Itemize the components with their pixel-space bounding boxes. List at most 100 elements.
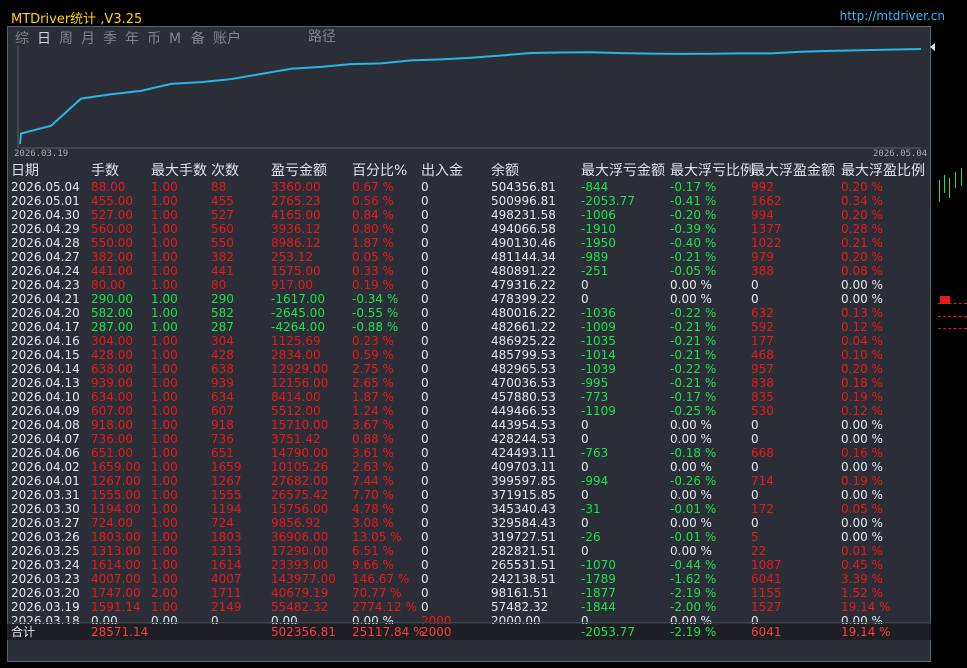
level-line — [938, 328, 967, 329]
table-row[interactable]: 2026.03.31 1555.00 1.00 1555 26575.42 7.70 % 0… — [11, 488, 927, 502]
table-cell: 0.00 % — [841, 418, 883, 432]
table-row[interactable]: 2026.04.21 290.00 1.00 290 -1617.00 -0.34 % 0 4… — [11, 292, 927, 306]
table-row[interactable]: 2026.04.10 634.00 1.00 634 8414.00 1.87 % 0 457… — [11, 390, 927, 404]
table-cell: 0.18 % — [841, 376, 883, 390]
table-cell: 1194 — [211, 502, 242, 516]
table-row[interactable]: 2026.04.28 550.00 1.00 550 8986.12 1.87 % 0 490… — [11, 236, 927, 250]
table-row[interactable]: 2026.03.19 1591.14 1.00 2149 55482.32 2774.12… — [11, 600, 927, 614]
table-row[interactable]: 2026.04.16 304.00 1.00 304 1125.69 0.23 % 0 486… — [11, 334, 927, 348]
table-cell: 1659 — [211, 460, 242, 474]
table-cell: 0 — [421, 502, 429, 516]
table-cell: 424493.11 — [491, 446, 556, 460]
column-header[interactable]: 出入金 — [421, 162, 463, 180]
table-cell: 441.00 — [91, 264, 133, 278]
table-row[interactable]: 2026.04.20 582.00 1.00 582 -2645.00 -0.55 % 0 4… — [11, 306, 927, 320]
column-header[interactable]: 手数 — [91, 162, 119, 180]
table-cell: 177 — [751, 334, 774, 348]
table-cell: 736.00 — [91, 432, 133, 446]
table-row[interactable]: 2026.03.25 1313.00 1.00 1313 17290.00 6.51 % 0… — [11, 544, 927, 558]
table-cell: -31 — [581, 502, 601, 516]
table-cell: 2026.04.29 — [11, 222, 80, 236]
table-cell: 0 — [421, 544, 429, 558]
table-cell: 388 — [751, 264, 774, 278]
table-cell: 2026.04.07 — [11, 432, 80, 446]
table-cell: 2026.04.20 — [11, 306, 80, 320]
table-cell: 0 — [421, 488, 429, 502]
table-cell: 2026.04.24 — [11, 264, 80, 278]
table-cell: -0.22 % — [670, 306, 717, 320]
table-row[interactable]: 2026.04.08 918.00 1.00 918 15710.00 3.67 % 0 44… — [11, 418, 927, 432]
website-link[interactable]: http://mtdriver.cn — [840, 9, 945, 23]
table-cell: 0 — [581, 432, 589, 446]
table-row[interactable]: 2026.04.27 382.00 1.00 382 253.12 0.05 % 0 4811… — [11, 250, 927, 264]
table-row[interactable]: 2026.03.24 1614.00 1.00 1614 23393.00 9.66 % 0… — [11, 558, 927, 572]
table-cell: 560.00 — [91, 222, 133, 236]
table-cell: 0.80 % — [352, 222, 394, 236]
table-cell: 2026.03.19 — [11, 600, 80, 614]
table-cell: 1.00 — [151, 320, 178, 334]
table-row[interactable]: 2026.03.26 1803.00 1.00 1803 36906.00 13.05 %… — [11, 530, 927, 544]
table-cell: -0.25 % — [670, 404, 717, 418]
table-row[interactable]: 2026.04.30 527.00 1.00 527 4165.00 0.84 % 0 498… — [11, 208, 927, 222]
table-row[interactable]: 2026.03.27 724.00 1.00 724 9856.92 3.08 % 0 329… — [11, 516, 927, 530]
table-cell: 2149 — [211, 600, 242, 614]
table-row[interactable]: 2026.03.30 1194.00 1.00 1194 15756.00 4.78 % 0… — [11, 502, 927, 516]
table-cell: -2645.00 — [271, 306, 325, 320]
column-header[interactable]: 次数 — [211, 162, 239, 180]
table-cell: -1789 — [581, 572, 616, 586]
table-cell: 0.10 % — [841, 348, 883, 362]
table-row[interactable]: 2026.04.01 1267.00 1.00 1267 27682.00 7.44 % 0… — [11, 474, 927, 488]
column-header[interactable]: 最大手数 — [151, 162, 207, 180]
table-cell: 0 — [421, 418, 429, 432]
table-cell: 382.00 — [91, 250, 133, 264]
table-cell: 1555 — [211, 488, 242, 502]
table-cell: 498231.58 — [491, 208, 556, 222]
chart-handle-icon[interactable] — [930, 43, 935, 51]
column-header[interactable]: 百分比% — [352, 162, 407, 180]
column-header[interactable]: 最大浮亏金额 — [581, 162, 665, 180]
stats-table: 日期 手数 最大手数 次数 盈亏金额 百分比% 出入金 余额 最大浮亏金额 最大浮亏比例 最大浮盈金… — [11, 162, 927, 628]
table-cell: 481144.34 — [491, 250, 556, 264]
table-row[interactable]: 2026.04.23 80.00 1.00 80 917.00 0.19 % 0 479316… — [11, 278, 927, 292]
column-header[interactable]: 最大浮盈比例 — [841, 162, 925, 180]
column-header[interactable]: 余额 — [491, 162, 519, 180]
column-header[interactable]: 最大浮盈金额 — [751, 162, 835, 180]
table-row[interactable]: 2026.04.14 638.00 1.00 638 12929.00 2.75 % 0 48… — [11, 362, 927, 376]
table-cell: 668 — [751, 446, 774, 460]
table-cell: -0.21 % — [670, 334, 717, 348]
column-header[interactable]: 最大浮亏比例 — [670, 162, 754, 180]
table-row[interactable]: 2026.04.06 651.00 1.00 651 14790.00 3.61 % 0 42… — [11, 446, 927, 460]
table-row[interactable]: 2026.04.17 287.00 1.00 287 -4264.00 -0.88 % 0 4… — [11, 320, 927, 334]
table-row[interactable]: 2026.05.04 88.00 1.00 88 3360.00 0.67 % 0 50435… — [11, 180, 927, 194]
table-row[interactable]: 2026.04.07 736.00 1.00 736 3751.42 0.88 % 0 428… — [11, 432, 927, 446]
table-cell: 4007 — [211, 572, 242, 586]
table-row[interactable]: 2026.04.29 560.00 1.00 560 3936.12 0.80 % 0 494… — [11, 222, 927, 236]
table-row[interactable]: 2026.03.20 1747.00 2.00 1711 40679.19 70.77 %… — [11, 586, 927, 600]
table-row[interactable]: 2026.03.23 4007.00 1.00 4007 143977.00 146.67… — [11, 572, 927, 586]
table-row[interactable]: 2026.04.02 1659.00 1.00 1659 10105.26 2.63 % 0… — [11, 460, 927, 474]
table-row[interactable]: 2026.04.24 441.00 1.00 441 1575.00 0.33 % 0 480… — [11, 264, 927, 278]
table-cell: -0.20 % — [670, 208, 717, 222]
table-cell: 2026.04.15 — [11, 348, 80, 362]
table-row[interactable]: 2026.04.13 939.00 1.00 939 12156.00 2.65 % 0 47… — [11, 376, 927, 390]
column-header[interactable]: 盈亏金额 — [271, 162, 327, 180]
table-row[interactable]: 2026.04.09 607.00 1.00 607 5512.00 1.24 % 0 449… — [11, 404, 927, 418]
table-cell: 2026.04.08 — [11, 418, 80, 432]
table-cell: 0.13 % — [841, 306, 883, 320]
table-cell: 0.00 % — [841, 292, 883, 306]
table-cell: 0.19 % — [841, 474, 883, 488]
table-cell: -1617.00 — [271, 292, 325, 306]
table-cell: 0.00 % — [670, 488, 712, 502]
table-cell: -0.22 % — [670, 362, 717, 376]
table-row[interactable]: 2026.05.01 455.00 1.00 455 2765.23 0.56 % 0 500… — [11, 194, 927, 208]
table-cell: 0 — [421, 236, 429, 250]
table-cell: 470036.53 — [491, 376, 556, 390]
table-cell: 1.00 — [151, 600, 178, 614]
window-titlebar[interactable]: MTDriver统计 ,V3.25 http://mtdriver.cn — [7, 6, 945, 27]
table-row[interactable]: 2026.04.15 428.00 1.00 428 2834.00 0.59 % 0 485… — [11, 348, 927, 362]
column-header[interactable]: 日期 — [11, 162, 39, 180]
table-cell: -773 — [581, 390, 609, 404]
table-cell: 0 — [581, 544, 589, 558]
table-cell: 0 — [421, 474, 429, 488]
table-cell: 57482.32 — [491, 600, 549, 614]
